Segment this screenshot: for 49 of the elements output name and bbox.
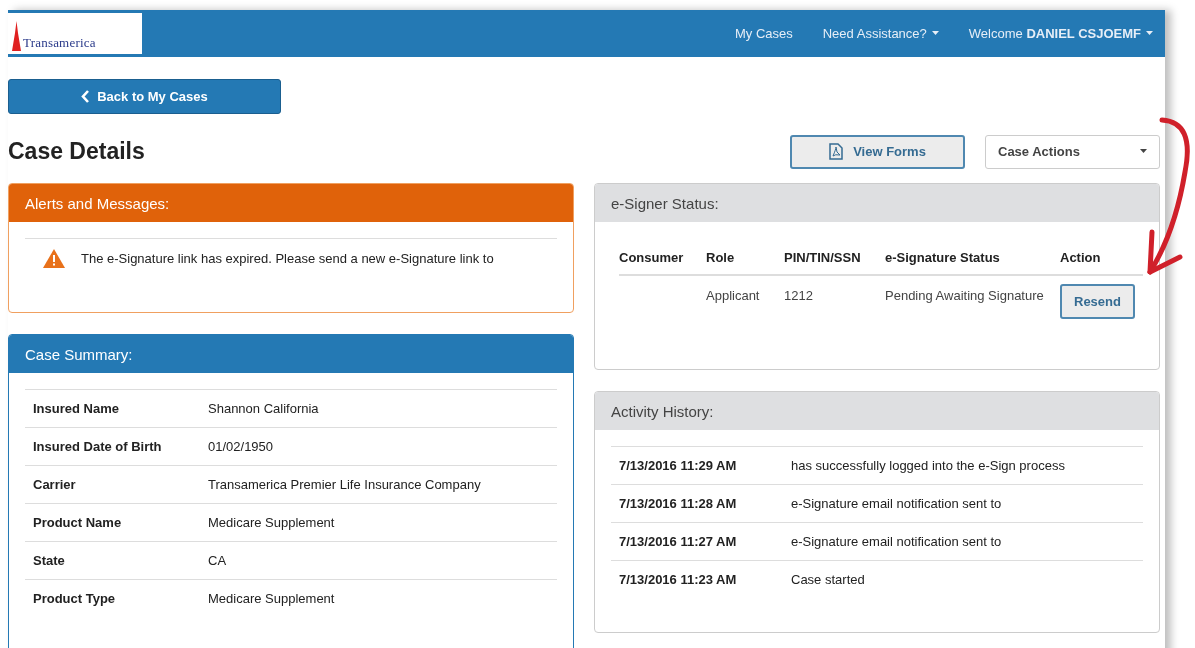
- column-header: Role: [706, 250, 735, 265]
- activity-text: has successfully logged into the e-Sign process: [791, 458, 1066, 473]
- table-cell: Pending Awaiting Signature: [885, 288, 1044, 303]
- chevron-left-icon: [81, 90, 90, 103]
- field-value: CA: [208, 553, 228, 568]
- field-label: Product Name: [33, 515, 123, 530]
- alert-message: The e-Signature link has expired. Please send a new e-Signature link to: [81, 251, 494, 266]
- warning-icon: [43, 249, 65, 268]
- column-header: e-Signature Status: [885, 250, 1000, 265]
- panel-header: Case Summary:: [9, 335, 573, 373]
- field-label: Carrier: [33, 477, 77, 492]
- panel-header: Alerts and Messages:: [9, 184, 573, 222]
- column-header: Action: [1060, 250, 1101, 265]
- field-value: Transamerica Premier Life Insurance Company: [208, 477, 482, 492]
- nav-menu[interactable]: Need Assistance?: [822, 26, 939, 41]
- field-value: Medicare Supplement: [208, 515, 336, 530]
- activity-time: 7/13/2016 11:28 AM: [619, 496, 738, 511]
- back-button[interactable]: Back to My Cases: [8, 79, 281, 114]
- column-header: PIN/TIN/SSN: [784, 250, 861, 265]
- activity-time: 7/13/2016 11:27 AM: [619, 534, 738, 549]
- field-label: Insured Name: [33, 401, 120, 416]
- panel-header: e-Signer Status:: [595, 184, 1159, 222]
- activity-time: 7/13/2016 11:23 AM: [619, 572, 738, 587]
- caret-icon: [1146, 31, 1153, 36]
- resend-button[interactable]: Resend: [1060, 284, 1135, 319]
- table-cell: Applicant: [706, 288, 760, 303]
- tower-icon: [12, 21, 21, 51]
- field-value: 01/02/1950: [208, 439, 275, 454]
- table-cell: 1212: [784, 288, 813, 303]
- activity-text: Case started: [791, 572, 866, 587]
- column-header: Consumer: [619, 250, 684, 265]
- activity-text: e-Signature email notification sent to: [791, 534, 1003, 549]
- field-value: Medicare Supplement: [208, 591, 336, 606]
- nav-link[interactable]: My Cases: [734, 26, 793, 41]
- field-label: Insured Date of Birth: [33, 439, 163, 454]
- case-actions-dropdown[interactable]: Case Actions: [985, 134, 1160, 169]
- caret-icon: [1140, 149, 1147, 154]
- logo[interactable]: Transamerica: [8, 13, 142, 54]
- view-forms-button[interactable]: View Forms: [790, 134, 965, 169]
- panel-header: Activity History:: [595, 392, 1159, 430]
- page-title: Case Details: [8, 138, 145, 165]
- field-value: Shannon California: [208, 401, 320, 416]
- activity-time: 7/13/2016 11:29 AM: [619, 458, 738, 473]
- field-label: State: [33, 553, 66, 568]
- caret-icon: [931, 31, 939, 36]
- user-menu[interactable]: Welcome DANIEL CSJOEMF: [968, 26, 1153, 41]
- activity-text: e-Signature email notification sent to: [791, 496, 1003, 511]
- pdf-file-icon: [829, 143, 844, 160]
- field-label: Product Type: [33, 591, 117, 606]
